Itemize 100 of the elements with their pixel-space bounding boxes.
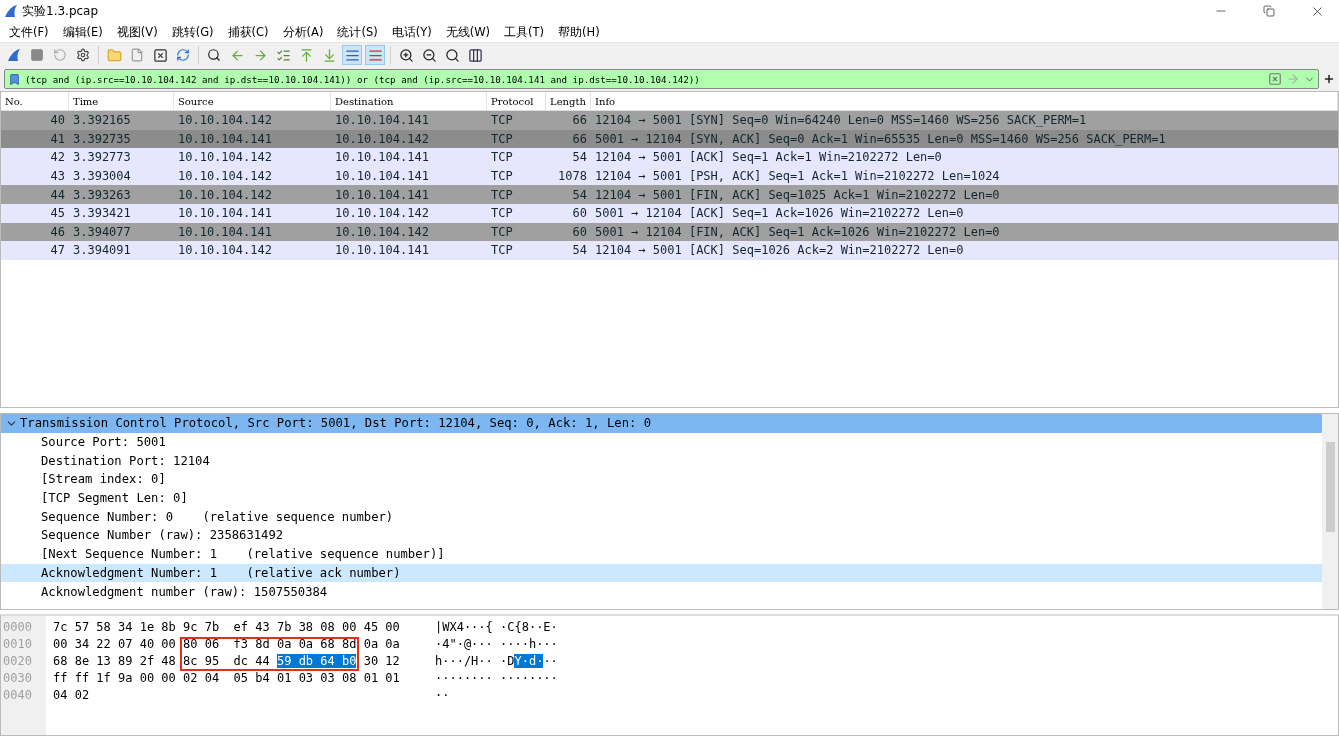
table-cell-text: 10.10.104.142 [177,149,273,167]
packet-row[interactable]: 40 3.392165 10.10.104.142 10.10.104.141 TCP 66 12104 → 5001 [SYN] Seq=0 Win=64240 Len=0 MSS=1460 WS=256 SACK_PERM=1 [1,111,1338,130]
menu-item[interactable]: 跳转(G) [164,24,221,40]
restore-icon[interactable] [1263,5,1275,17]
scrollbar[interactable] [1322,414,1338,609]
table-cell-text: 3.393421 [72,205,132,223]
detail-row[interactable]: Acknowledgment Number: 1 (relative ack number) [1,563,1322,583]
table-cell-text: 3.394091 [72,242,132,260]
add-icon[interactable] [1323,73,1335,85]
detail-row[interactable]: Destination Port: 12104 [1,451,1322,471]
column-header[interactable]: Protocol [487,92,546,110]
table-cell-text: TCP [490,112,514,130]
table-cell-text: 10.10.104.142 [177,242,273,260]
menu-item[interactable]: 编辑(E) [55,24,110,40]
offset-label: 0010 [2,636,33,653]
table-cell-text: 42 [49,149,66,167]
detail-row[interactable]: [Stream index: 0] [1,470,1322,489]
column-header[interactable]: Time [69,92,174,110]
hex-bytes: 04 02 [53,687,91,702]
table-cell-text: 3.392773 [72,149,132,167]
restart-icon [53,48,67,62]
table-cell-text: 3.392165 [72,112,132,130]
table-cell-text: 10.10.104.141 [177,223,273,241]
zoom-reset-icon [444,47,460,63]
menu-item[interactable]: 文件(F) [2,24,56,40]
ascii-bytes: |WX4···{ ·C{8··E· [435,620,558,635]
menu-item[interactable]: 电话(Y) [384,24,439,40]
file-icon [130,48,144,62]
menu-item[interactable]: 无线(W) [438,24,498,40]
table-cell-text: 40 [49,112,66,130]
table-cell-text: 10.10.104.142 [177,168,273,186]
table-cell-text: 54 [571,186,588,204]
table-cell-text: 12104 → 5001 [PSH, ACK] Seq=1 Ack=1 Win=2102272 Len=1024 [594,168,1001,186]
column-header[interactable]: Destination [331,92,487,110]
table-cell-text: 10.10.104.141 [177,130,273,148]
bookmark-icon[interactable] [8,72,21,86]
menu-item[interactable]: 捕获(C) [220,24,276,40]
table-cell-text: 3.393004 [72,168,132,186]
table-cell-text: 1078 [557,168,588,186]
detail-row[interactable]: Source Port: 5001 [1,432,1322,452]
arrow-right-icon [252,47,268,63]
hex-bytes: 7c 57 58 34 1e 8b 9c 7b ef 43 7b 38 08 00 45 00 [53,620,401,635]
table-cell-text: 66 [571,130,588,148]
menu-item[interactable]: 分析(A) [275,24,331,40]
table-cell-text: 54 [571,242,588,260]
table-cell-text: 60 [571,205,588,223]
ascii-bytes: ········ ········ [435,670,558,685]
settings-icon [76,48,90,62]
table-cell-text: 10.10.104.141 [334,149,430,167]
table-cell-text: 10.10.104.141 [334,168,430,186]
table-cell-text: 5001 → 12104 [ACK] Seq=1 Ack=1026 Win=2102272 Len=0 [594,205,965,223]
detail-row[interactable]: [Next Sequence Number: 1 (relative sequence number)] [1,544,1322,564]
table-cell-text: 10.10.104.142 [177,186,273,204]
column-header[interactable]: Length [546,92,591,110]
menu-item[interactable]: 工具(T) [497,24,552,40]
table-cell-text: TCP [490,242,514,260]
column-header[interactable]: Source [174,92,331,110]
list-icon [275,47,291,63]
detail-row[interactable]: Acknowledgment number (raw): 1507550384 [1,582,1322,601]
shark-fin-icon [4,4,18,18]
packet-row[interactable]: 47 3.394091 10.10.104.142 10.10.104.141 TCP 54 12104 → 5001 [ACK] Seq=1026 Ack=2 Win=2102272 Len=0 [1,241,1338,260]
reload-icon [176,48,190,62]
table-cell-text: TCP [490,186,514,204]
detail-row[interactable]: [TCP Segment Len: 0] [1,488,1322,508]
column-header[interactable]: No. [1,92,69,110]
table-cell-text: 10.10.104.141 [334,242,430,260]
packet-row[interactable]: 42 3.392773 10.10.104.142 10.10.104.141 TCP 54 12104 → 5001 [ACK] Seq=1 Ack=1 Win=2102272 Len=0 [1,148,1338,167]
table-cell-text: TCP [490,149,514,167]
table-cell-text: 54 [571,149,588,167]
detail-row[interactable]: Transmission Control Protocol, Src Port: 5001, Dst Port: 12104, Seq: 0, Ack: 1, Len: 0 [1,414,1322,433]
table-cell-text: 10.10.104.142 [177,112,273,130]
menu-item[interactable]: 帮助(H) [551,24,607,40]
zoom-in-icon [398,47,414,63]
table-cell-text: 10.10.104.141 [334,112,430,130]
table-cell-text: 41 [49,130,66,148]
detail-row[interactable]: Sequence Number (raw): 2358631492 [1,526,1322,545]
table-cell-text: 3.392735 [72,130,132,148]
window-title: 实验1.3.pcap [22,2,100,20]
table-cell-text: 43 [49,168,66,186]
shark-fin-icon [7,48,21,62]
table-cell-text: 10.10.104.142 [334,223,430,241]
autoscroll-icon [344,47,360,63]
clear-icon[interactable] [1268,72,1282,86]
detail-row[interactable]: Sequence Number: 0 (relative sequence number) [1,507,1322,527]
menu-item[interactable]: 视图(V) [109,24,165,40]
offset-label: 0030 [2,669,33,687]
table-cell-text: 10.10.104.142 [334,130,430,148]
table-cell-text: 5001 → 12104 [SYN, ACK] Seq=0 Ack=1 Win=65535 Len=0 MSS=1460 WS=256 SACK_PERM=1 [594,130,1167,148]
column-header[interactable]: Info [591,92,1338,110]
table-cell-text: 44 [49,186,66,204]
table-cell-text: 10.10.104.142 [334,205,430,223]
table-cell-text: 5001 → 12104 [FIN, ACK] Seq=1 Ack=1026 Win=2102272 Len=0 [594,223,1001,241]
table-cell-text: 66 [571,112,588,130]
table-cell-text: 12104 → 5001 [FIN, ACK] Seq=1025 Ack=1 Win=2102272 Len=0 [594,186,1001,204]
offset-label: 0020 [2,653,33,670]
table-cell-text: 3.393263 [72,186,132,204]
packet-row[interactable]: 44 3.393263 10.10.104.142 10.10.104.141 TCP 54 12104 → 5001 [FIN, ACK] Seq=1025 Ack=1 Win=2102272 Len=0 [1,185,1338,204]
menu-item[interactable]: 统计(S) [330,24,385,40]
display-filter-field[interactable]: (tcp and (ip.src==10.10.104.142 and ip.dst==10.10.104.141)) or (tcp and (ip.src==10.10.104.141 and ip.dst==10.10.104.142)) [4,69,1319,89]
table-cell-text: 10.10.104.141 [334,186,430,204]
